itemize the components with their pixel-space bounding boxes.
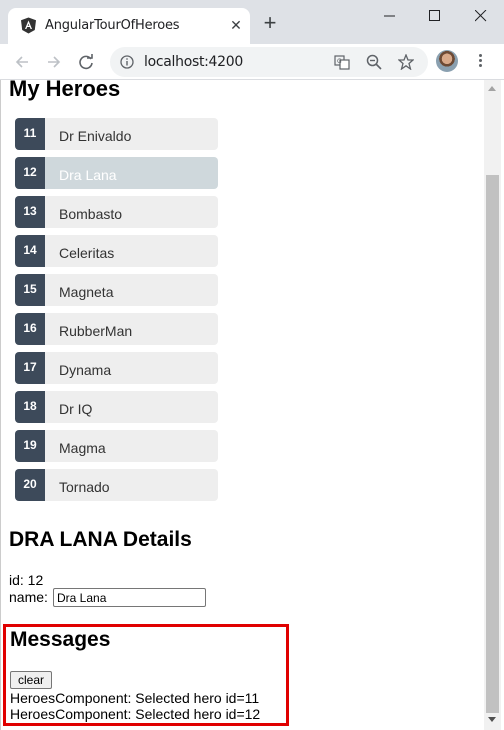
new-tab-button[interactable]: + <box>258 12 282 36</box>
browser-toolbar: localhost:4200 G <box>0 44 504 80</box>
name-label: name: <box>9 589 48 605</box>
angular-favicon-icon <box>21 17 36 34</box>
clear-button[interactable]: clear <box>10 671 52 689</box>
profile-avatar[interactable] <box>436 50 458 72</box>
maximize-button[interactable] <box>411 4 457 28</box>
tab-title: AngularTourOfHeroes <box>45 18 180 33</box>
hero-name: Dra Lana <box>59 167 117 183</box>
hero-name: Dr Enivaldo <box>59 128 132 144</box>
hero-list-item[interactable]: 17 Dynama <box>15 352 218 384</box>
back-arrow-icon <box>15 56 28 68</box>
hero-id-badge: 16 <box>15 313 45 345</box>
close-tab-icon[interactable]: ✕ <box>228 17 244 33</box>
page-viewport: My Heroes 11 Dr Enivaldo 12 Dra Lana 13 Bomba… <box>0 80 484 730</box>
url-text: localhost:4200 <box>144 54 243 70</box>
forward-arrow-icon <box>48 56 61 68</box>
translate-icon[interactable]: G <box>334 54 350 70</box>
browser-tab[interactable]: AngularTourOfHeroes ✕ <box>8 8 250 44</box>
hero-name: RubberMan <box>59 323 133 339</box>
reload-button[interactable] <box>74 50 98 74</box>
hero-name: Bombasto <box>59 206 123 222</box>
heroes-list: 11 Dr Enivaldo 12 Dra Lana 13 Bombasto 14 Celer… <box>15 118 218 508</box>
forward-button[interactable] <box>42 50 66 74</box>
hero-id-line: id: 12 <box>9 572 44 588</box>
hero-name: Celeritas <box>59 245 115 261</box>
address-bar[interactable]: localhost:4200 G <box>110 47 428 77</box>
hero-list-item[interactable]: 19 Magma <box>15 430 218 462</box>
close-icon <box>475 10 487 22</box>
hero-name: Magma <box>59 440 106 456</box>
hero-list-item[interactable]: 16 RubberMan <box>15 313 218 345</box>
tab-strip: AngularTourOfHeroes ✕ + <box>0 0 504 44</box>
hero-list-item[interactable]: 15 Magneta <box>15 274 218 306</box>
hero-id-badge: 13 <box>15 196 45 228</box>
hero-id-badge: 17 <box>15 352 45 384</box>
hero-id-badge: 18 <box>15 391 45 423</box>
hero-id-badge: 15 <box>15 274 45 306</box>
details-title: DRA LANA Details <box>9 528 192 551</box>
hero-list-item[interactable]: 11 Dr Enivaldo <box>15 118 218 150</box>
hero-name: Tornado <box>59 479 110 495</box>
scroll-down-icon[interactable] <box>488 717 496 722</box>
heroes-title: My Heroes <box>9 80 121 101</box>
info-icon[interactable] <box>120 55 134 69</box>
messages-title: Messages <box>10 628 111 651</box>
svg-text:G: G <box>337 58 342 65</box>
reload-icon <box>79 54 93 70</box>
messages-section: Messages clear HeroesComponent: Selected… <box>3 624 289 726</box>
scroll-up-icon[interactable] <box>488 86 496 91</box>
scrollbar-thumb[interactable] <box>486 175 499 713</box>
hero-list-item[interactable]: 18 Dr IQ <box>15 391 218 423</box>
message-item: HeroesComponent: Selected hero id=11 <box>10 690 260 706</box>
hero-list-item[interactable]: 12 Dra Lana <box>15 157 218 189</box>
minimize-icon <box>384 15 395 17</box>
hero-id-badge: 12 <box>15 157 45 189</box>
hero-name: Dr IQ <box>59 401 93 417</box>
hero-id-badge: 20 <box>15 469 45 501</box>
hero-id-badge: 14 <box>15 235 45 267</box>
hero-list-item[interactable]: 14 Celeritas <box>15 235 218 267</box>
hero-list-item[interactable]: 20 Tornado <box>15 469 218 501</box>
hero-name: Dynama <box>59 362 112 378</box>
hero-id-badge: 19 <box>15 430 45 462</box>
bookmark-star-icon[interactable] <box>398 54 414 70</box>
maximize-icon <box>429 10 440 21</box>
vertical-scrollbar[interactable] <box>484 80 501 730</box>
hero-id-badge: 11 <box>15 118 45 150</box>
minimize-button[interactable] <box>366 4 412 28</box>
hero-name: Magneta <box>59 284 114 300</box>
back-button[interactable] <box>10 50 34 74</box>
menu-dots-icon[interactable] <box>472 52 488 72</box>
close-window-button[interactable] <box>457 4 503 28</box>
zoom-out-icon[interactable] <box>366 54 382 70</box>
hero-name-input[interactable] <box>53 588 206 607</box>
hero-list-item[interactable]: 13 Bombasto <box>15 196 218 228</box>
message-item: HeroesComponent: Selected hero id=12 <box>10 706 261 722</box>
